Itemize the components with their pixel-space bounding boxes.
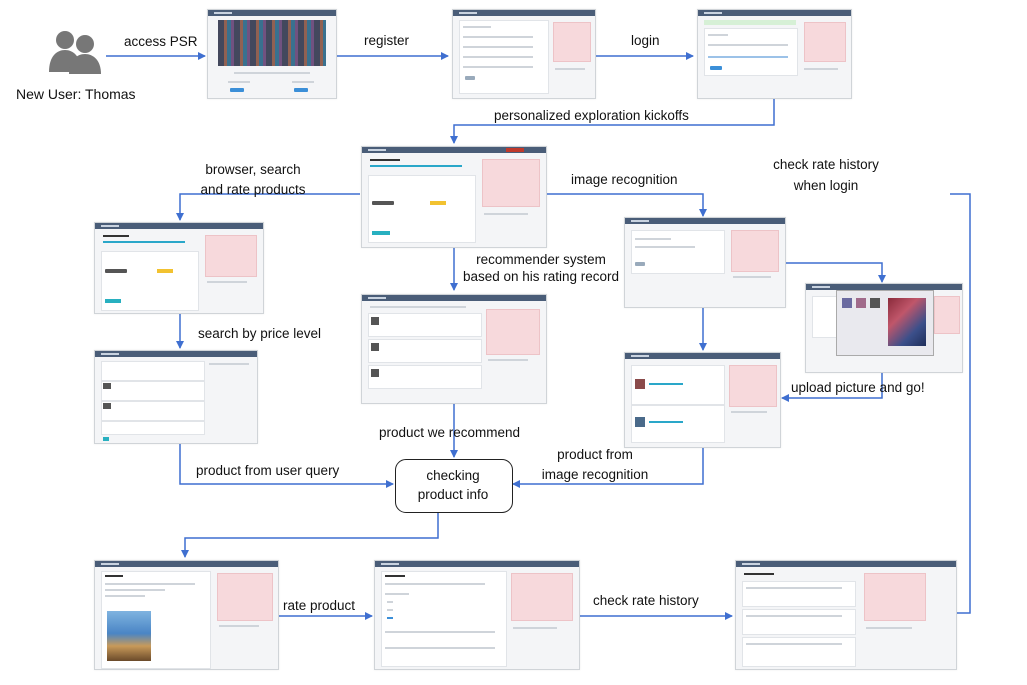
label-upload: upload picture and go! <box>791 380 925 395</box>
screenshot-welcome <box>361 146 547 248</box>
screenshot-rate-form <box>374 560 580 670</box>
label-browse-2: and rate products <box>200 182 306 197</box>
screenshot-image-search <box>624 217 786 308</box>
screenshot-login <box>697 9 852 99</box>
arrow-history <box>854 193 971 617</box>
screenshot-image-results <box>624 352 781 448</box>
node-line-2: product info <box>417 487 489 502</box>
screenshot-price-results <box>94 350 258 444</box>
label-from-image-1: product from <box>557 447 633 462</box>
label-register: register <box>364 33 410 48</box>
screenshot-product-detail <box>94 560 279 670</box>
label-access: access PSR <box>124 34 198 49</box>
arrow-image-rec <box>545 193 707 217</box>
label-recsys-1: recommender system <box>476 252 606 267</box>
label-kickoff: personalized exploration kickoffs <box>494 108 689 123</box>
actor-label: New User: Thomas <box>16 86 136 102</box>
label-browse-1: browser, search <box>205 162 301 177</box>
users-icon <box>49 31 101 74</box>
screenshot-home-page <box>207 9 337 99</box>
label-rate: rate product <box>283 598 356 613</box>
label-from-image-2: image recognition <box>541 467 649 482</box>
label-recsys-2: based on his rating record <box>462 269 620 284</box>
screenshot-upload-dialog <box>805 283 963 373</box>
label-history-1: check rate history <box>773 157 879 172</box>
node-line-1: checking <box>426 468 480 483</box>
screenshot-register <box>452 9 596 99</box>
label-we-recommend: product we recommend <box>379 425 521 440</box>
label-check-history: check rate history <box>593 593 699 608</box>
label-image-rec: image recognition <box>571 172 678 187</box>
arrow-to-upload <box>785 262 886 283</box>
label-from-query: product from user query <box>196 463 340 478</box>
arrow-to-detail <box>181 512 439 558</box>
label-price: search by price level <box>198 326 322 341</box>
screenshot-welcome-rate <box>94 222 264 314</box>
screenshot-recommendations <box>361 294 547 404</box>
label-history-2: when login <box>793 178 859 193</box>
label-login: login <box>631 33 660 48</box>
screenshot-rate-history <box>735 560 957 670</box>
